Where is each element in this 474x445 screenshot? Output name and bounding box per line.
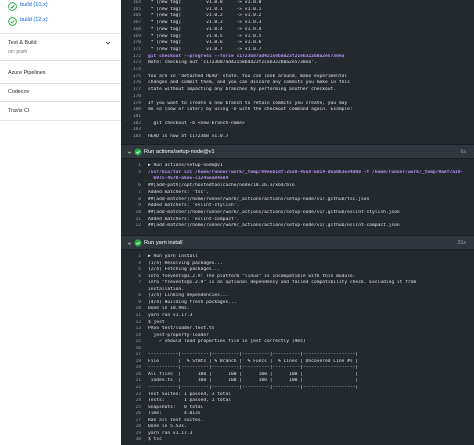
step-header-yarn-install[interactable]: Run yarn install 21s	[121, 235, 474, 250]
sidebar-divider	[0, 101, 121, 102]
step-title: Run actions/setup-node@v1	[144, 149, 215, 155]
check-circle-icon	[8, 2, 17, 11]
check-circle-icon	[134, 239, 142, 247]
log-line: 30 $ tsc	[121, 437, 474, 444]
sidebar-job-build-12[interactable]: build (12.x)	[0, 15, 121, 29]
log-line-number[interactable]: 30	[121, 437, 141, 444]
log-line: 12 ##[add-matcher]/home/runner/work/_acti…	[121, 223, 474, 230]
chevron-down-icon	[127, 242, 132, 245]
sidebar-job-label: build (10.x)	[20, 2, 48, 8]
step-header-setup-node[interactable]: Run actions/setup-node@v1 6s	[121, 144, 474, 159]
sidebar-divider	[0, 83, 121, 84]
step-title: Run yarn install	[144, 240, 183, 246]
log-line-text: HEAD is now at c1723b8 v1.0.7	[148, 134, 229, 139]
log-line-text: $ tsc	[148, 437, 162, 443]
chevron-down-icon[interactable]	[105, 40, 111, 46]
chevron-down-icon	[127, 151, 132, 154]
step-duration: 6s	[460, 149, 466, 155]
job-log-panel: 164 * [new tag] v1.0.0 -> v1.0.0 165 * [n…	[121, 0, 474, 445]
log-line-number[interactable]: 12	[121, 223, 141, 230]
log-line: 184 HEAD is now at c1723b8 v1.0.7	[121, 134, 474, 141]
sidebar-job-build-10[interactable]: build (10.x)	[0, 0, 121, 14]
log-line-text: ##[add-matcher]/home/runner/work/_action…	[148, 223, 400, 229]
workflow-sidebar: build (10.x) build (12.x) Test & Build o…	[0, 0, 121, 445]
workflow-name[interactable]: Test & Build	[8, 40, 36, 46]
workflow-trigger: on: push	[8, 49, 28, 55]
sidebar-job-label: build (12.x)	[20, 17, 48, 23]
sidebar-divider	[0, 60, 121, 61]
log-line-number[interactable]: 184	[121, 134, 141, 141]
step-duration: 21s	[457, 240, 466, 246]
sidebar-item-codecov[interactable]: Codecov	[8, 89, 29, 95]
sidebar-item-travis-ci[interactable]: Travis CI	[8, 108, 29, 114]
sidebar-divider	[0, 120, 121, 121]
check-circle-icon	[134, 148, 142, 156]
sidebar-divider	[0, 33, 121, 34]
sidebar-item-azure-pipelines[interactable]: Azure Pipelines	[8, 70, 45, 76]
check-circle-icon	[8, 17, 17, 26]
